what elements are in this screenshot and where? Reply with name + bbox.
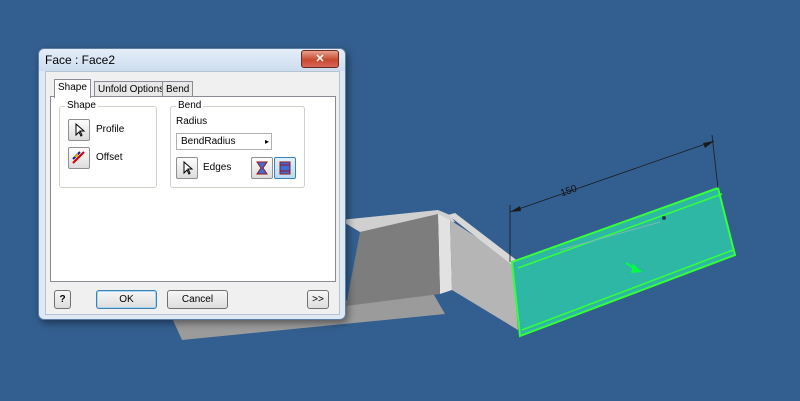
help-button[interactable]: ? (54, 290, 71, 309)
bend-extension-icon (256, 161, 268, 175)
radius-label: Radius (176, 116, 208, 127)
radius-value: BendRadius (181, 136, 236, 147)
edges-select-button[interactable] (176, 157, 198, 179)
bend-extension-icon (279, 161, 291, 175)
shape-group-label: Shape (65, 100, 98, 111)
close-button[interactable]: ✕ (301, 50, 339, 68)
radius-dropdown[interactable]: BendRadius ▸ (176, 133, 272, 150)
profile-label: Profile (96, 124, 125, 135)
dialog-client-area: Shape Unfold Options Bend Shape Profile … (45, 71, 340, 315)
bend-group-label: Bend (176, 100, 204, 111)
edges-label: Edges (203, 162, 232, 173)
chevron-right-icon: ▸ (264, 137, 269, 146)
ok-button[interactable]: OK (96, 290, 157, 309)
cancel-button[interactable]: Cancel (167, 290, 228, 309)
dialog-title: Face : Face2 (45, 53, 116, 67)
cursor-arrow-icon (75, 122, 86, 137)
shape-group: Shape Profile Offset (59, 100, 157, 188)
part-vertical-wall (438, 214, 452, 294)
cursor-arrow-icon (183, 160, 194, 175)
profile-select-button[interactable] (68, 119, 90, 141)
bend-group: Bend Radius BendRadius ▸ Edges (170, 100, 305, 188)
face-dialog: Face : Face2 ✕ Shape Unfold Options Bend… (38, 48, 346, 320)
tab-bend[interactable]: Bend (162, 81, 194, 97)
face-sketch-point (662, 216, 666, 220)
close-icon: ✕ (315, 53, 325, 65)
tab-panel-shape: Shape Profile Offset Bend Radius BendRad… (50, 96, 336, 282)
offset-button[interactable] (68, 147, 90, 169)
bend-extension-flush-button[interactable] (251, 157, 273, 179)
dialog-titlebar[interactable]: Face : Face2 ✕ (39, 49, 345, 71)
offset-label: Offset (96, 152, 123, 163)
more-button[interactable]: >> (307, 290, 329, 309)
tab-shape[interactable]: Shape (54, 79, 91, 98)
tab-unfold-options[interactable]: Unfold Options (94, 81, 169, 97)
help-icon: ? (59, 294, 66, 305)
bend-extension-extend-button[interactable] (274, 157, 296, 179)
offset-icon (72, 151, 85, 164)
